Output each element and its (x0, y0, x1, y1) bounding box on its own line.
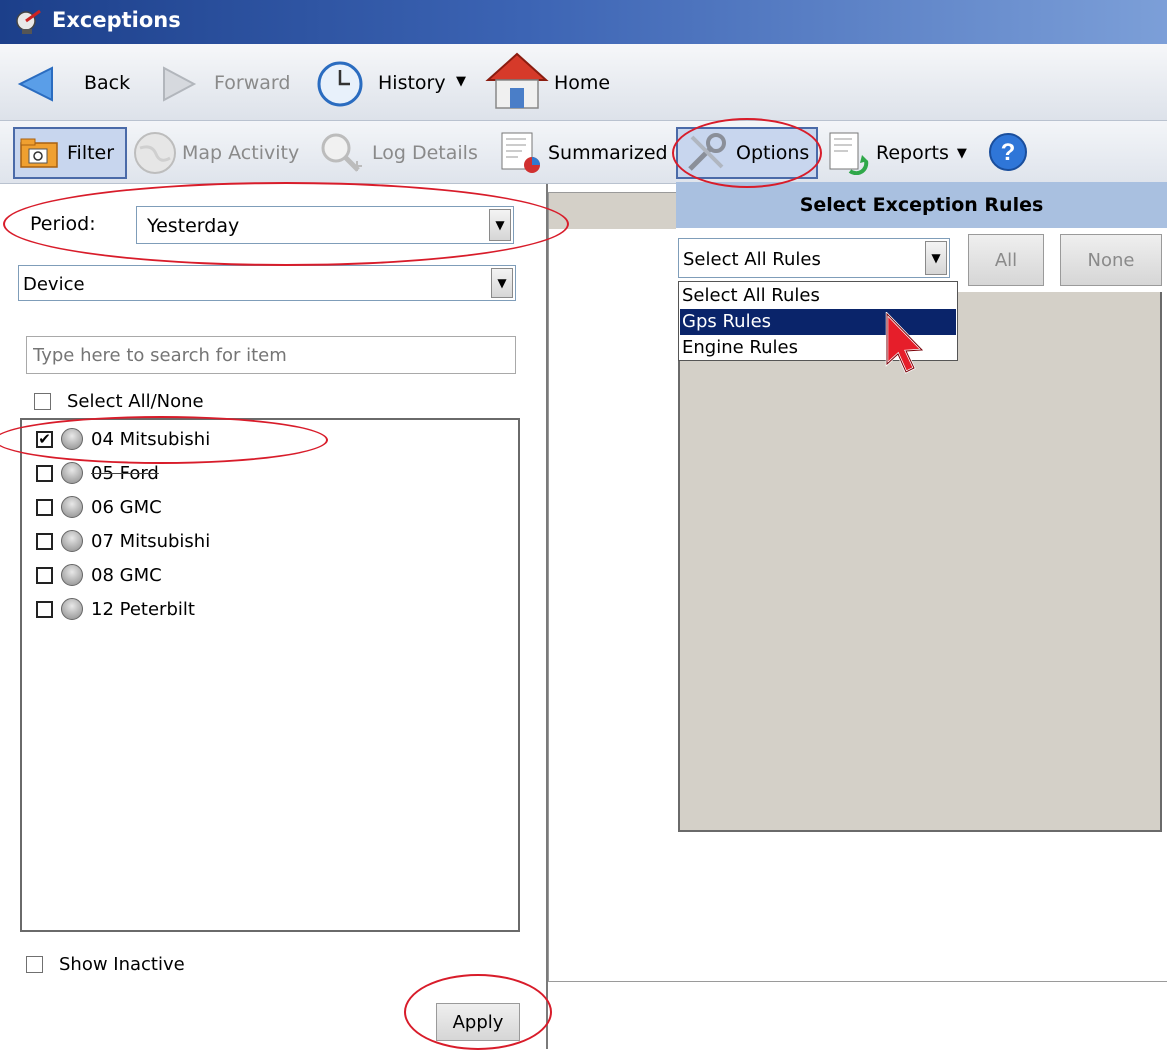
globe-icon (134, 132, 176, 174)
forward-arrow-icon (163, 66, 197, 102)
device-name: 05 Ford (91, 462, 159, 484)
results-header (549, 193, 677, 229)
show-inactive-checkbox[interactable] (26, 955, 43, 973)
select-all-checkbox[interactable] (34, 392, 51, 410)
chevron-down-icon: ▼ (925, 241, 947, 275)
list-item[interactable]: 08 GMC (36, 560, 162, 590)
period-select[interactable]: Yesterday ▼ (136, 206, 514, 244)
history-button[interactable]: History ▼ (316, 58, 484, 108)
window-title: Exceptions (52, 8, 181, 32)
app-icon (14, 7, 44, 37)
device-checkbox[interactable]: ✔ (36, 430, 53, 448)
home-label: Home (554, 72, 611, 94)
reports-button[interactable]: Reports ▼ (828, 127, 984, 179)
forward-label: Forward (214, 72, 291, 94)
device-checkbox[interactable] (36, 464, 53, 482)
device-icon (61, 462, 83, 484)
options-label: Options (736, 142, 810, 164)
chevron-down-icon: ▼ (456, 74, 466, 89)
rules-select-value: Select All Rules (683, 249, 821, 270)
list-item[interactable]: ✔ 04 Mitsubishi (36, 424, 210, 454)
list-item[interactable]: 12 Peterbilt (36, 594, 195, 624)
device-icon (61, 598, 83, 620)
rules-option-select-all[interactable]: Select All Rules (680, 283, 956, 309)
group-select[interactable]: Device ▼ (18, 265, 516, 301)
log-details-label: Log Details (372, 142, 478, 164)
chevron-down-icon: ▼ (956, 145, 967, 161)
chevron-down-icon: ▼ (489, 209, 511, 241)
device-checkbox[interactable] (36, 600, 53, 618)
device-icon (61, 428, 83, 450)
select-all-row[interactable]: Select All/None (34, 389, 204, 413)
help-icon[interactable]: ? (988, 132, 1028, 172)
show-inactive-label: Show Inactive (59, 953, 185, 975)
device-name: 12 Peterbilt (91, 598, 195, 620)
folder-search-icon (20, 138, 58, 168)
list-item[interactable]: 07 Mitsubishi (36, 526, 210, 556)
none-button[interactable]: None (1060, 234, 1162, 286)
device-checkbox[interactable] (36, 532, 53, 550)
tools-icon (688, 133, 726, 171)
rules-select[interactable]: Select All Rules ▼ (678, 238, 950, 278)
apply-label: Apply (452, 1011, 504, 1033)
device-name: 04 Mitsubishi (91, 428, 211, 450)
chevron-down-icon: ▼ (491, 268, 513, 298)
device-checkbox[interactable] (36, 498, 53, 516)
search-input[interactable] (26, 336, 516, 374)
apply-button[interactable]: Apply (436, 1003, 520, 1041)
history-label: History (378, 72, 446, 94)
reports-label: Reports (876, 142, 949, 164)
group-value: Device (23, 274, 85, 295)
options-header: Select Exception Rules (676, 182, 1167, 228)
device-icon (61, 564, 83, 586)
period-value: Yesterday (147, 215, 240, 237)
device-name: 06 GMC (91, 496, 162, 518)
back-label: Back (84, 72, 131, 94)
filter-button[interactable]: Filter (13, 127, 127, 179)
show-inactive-row[interactable]: Show Inactive (26, 952, 185, 976)
summarized-label: Summarized (548, 142, 668, 164)
log-details-button[interactable]: Log Details (318, 127, 488, 179)
all-button[interactable]: All (968, 234, 1044, 286)
options-button[interactable]: Options (676, 127, 818, 179)
house-icon (485, 52, 549, 109)
filter-label: Filter (67, 142, 115, 164)
list-item[interactable]: 06 GMC (36, 492, 162, 522)
report-refresh-icon (829, 132, 869, 175)
magnifier-add-icon (321, 133, 362, 172)
back-button[interactable]: Back (14, 58, 134, 108)
svg-text:?: ? (1001, 139, 1016, 166)
forward-button[interactable]: Forward (160, 58, 300, 108)
select-all-label: Select All/None (67, 390, 204, 412)
none-label: None (1087, 249, 1135, 271)
device-checkbox[interactable] (36, 566, 53, 584)
map-activity-button[interactable]: Map Activity (132, 127, 310, 179)
all-label: All (994, 249, 1018, 271)
device-name: 08 GMC (91, 564, 162, 586)
back-arrow-icon (17, 66, 53, 102)
report-chart-icon (501, 132, 540, 173)
status-area (548, 982, 1167, 1049)
map-activity-label: Map Activity (182, 142, 300, 164)
list-item[interactable]: 05 Ford (36, 458, 159, 488)
mouse-cursor-icon (885, 312, 925, 374)
clock-icon (317, 61, 363, 107)
device-name: 07 Mitsubishi (91, 530, 211, 552)
period-label: Period: (30, 213, 96, 235)
summarized-button[interactable]: Summarized (500, 127, 668, 179)
device-icon (61, 496, 83, 518)
device-icon (61, 530, 83, 552)
home-button[interactable]: Home (484, 50, 614, 114)
